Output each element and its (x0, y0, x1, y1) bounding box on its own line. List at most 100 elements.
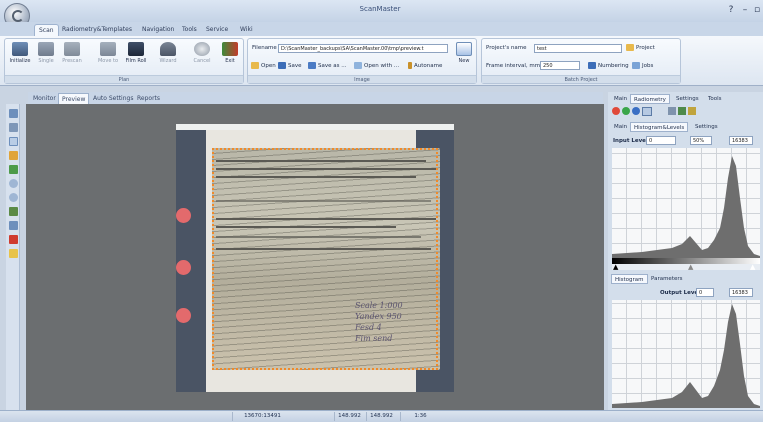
red-channel-icon[interactable] (612, 107, 620, 115)
output-high-field[interactable]: 16383 (729, 288, 753, 297)
filename-field[interactable]: D:\ScanMaster_backups\SA\ScanMaster.00\t… (278, 44, 448, 53)
tab-scan[interactable]: Scan (34, 24, 59, 36)
save-icon (278, 62, 286, 69)
input-mid-field[interactable]: 50% (690, 136, 712, 145)
zoom-out-icon[interactable] (9, 193, 18, 202)
output-low-field[interactable]: 0 (696, 288, 714, 297)
folder-open-icon (251, 62, 259, 69)
status-coordinates: 13670:13491 (12481) (232, 412, 292, 421)
input-slider-track[interactable] (612, 264, 760, 270)
sprocket-hole (176, 208, 191, 223)
prescan-icon (64, 42, 80, 56)
levels-tool-icon[interactable] (688, 107, 696, 115)
jobs-button[interactable]: Jobs (632, 61, 653, 71)
open-button[interactable]: Open (251, 61, 276, 71)
tab-tools-right[interactable]: Tools (705, 94, 725, 104)
window-title: ScanMaster (359, 5, 401, 13)
select-tool-icon[interactable] (9, 137, 18, 146)
project-name-label: Project's name (486, 45, 527, 51)
status-zoom: 1:36 (400, 412, 440, 421)
input-black-point-handle[interactable]: ▲ (613, 264, 618, 271)
grid-tool-icon[interactable] (9, 123, 18, 132)
green-channel-icon[interactable] (622, 107, 630, 115)
initialize-icon (12, 42, 28, 56)
tab-tools[interactable]: Tools (178, 24, 201, 36)
subtab-settings[interactable]: Settings (692, 122, 721, 132)
wand-icon (408, 62, 412, 69)
curve-tool-icon[interactable] (678, 107, 686, 115)
maximize-button[interactable]: ▫ (750, 4, 763, 16)
status-resolution-x: 148.992 (334, 412, 364, 421)
single-scan-icon (38, 42, 54, 56)
plan-group: Initialize Single Prescan Move to Film R… (4, 38, 244, 84)
wizard-button[interactable]: Wizard (157, 41, 179, 75)
scan-selection-frame[interactable] (212, 148, 438, 370)
sprocket-hole (176, 308, 191, 323)
batch-group-label: Batch Project (482, 75, 680, 83)
zoom-in-icon[interactable] (9, 179, 18, 188)
open-with-icon (354, 62, 362, 69)
tab-histogram[interactable]: Histogram (611, 274, 648, 284)
frame-interval-field[interactable]: 250 (540, 61, 580, 70)
cancel-button[interactable]: Cancel (191, 41, 213, 75)
tab-parameters[interactable]: Parameters (648, 274, 685, 284)
save-button[interactable]: Save (278, 61, 302, 71)
wizard-icon (160, 42, 176, 56)
input-high-field[interactable]: 16383 (729, 136, 753, 145)
project-name-field[interactable]: test (534, 44, 622, 53)
frame-interval-label: Frame interval, mm (486, 63, 541, 69)
film-roll-button[interactable]: Film Roll (125, 41, 147, 75)
warning-icon[interactable] (9, 235, 18, 244)
single-scan-button[interactable]: Single (35, 41, 57, 75)
tab-navigation[interactable]: Navigation (138, 24, 178, 36)
check-tool-icon[interactable] (9, 165, 18, 174)
tab-radiometry[interactable]: Radiometry (630, 94, 670, 104)
tab-wiki[interactable]: Wiki (236, 24, 257, 36)
input-low-field[interactable]: 0 (646, 136, 676, 145)
tab-main[interactable]: Main (611, 94, 630, 104)
image-tool-icon[interactable] (9, 207, 18, 216)
numbering-button[interactable]: Numbering (588, 61, 629, 71)
luminance-channel-icon[interactable] (642, 107, 652, 116)
new-document-icon (456, 42, 472, 56)
input-histogram[interactable] (612, 148, 760, 258)
tab-service[interactable]: Service (202, 24, 232, 36)
sprocket-hole (176, 260, 191, 275)
initialize-button[interactable]: Initialize (9, 41, 31, 75)
subtab-histogram-levels[interactable]: Histogram&Levels (630, 122, 689, 132)
save-as-button[interactable]: Save as ... (308, 61, 346, 71)
app-logo-icon (12, 10, 24, 22)
film-roll-icon (128, 42, 144, 56)
help-icon[interactable]: ? (724, 4, 738, 16)
note-tool-icon[interactable] (9, 249, 18, 258)
hand-tool-icon[interactable] (9, 151, 18, 160)
tab-preview[interactable]: Preview (58, 93, 90, 104)
tab-auto-settings[interactable]: Auto Settings (90, 93, 136, 104)
autoname-button[interactable]: Autoname (408, 61, 442, 71)
new-button[interactable]: New (453, 41, 475, 75)
tab-settings[interactable]: Settings (673, 94, 702, 104)
tab-monitor[interactable]: Monitor (30, 93, 59, 104)
open-with-button[interactable]: Open with ... (354, 61, 399, 71)
prescan-button[interactable]: Prescan (61, 41, 83, 75)
tab-reports[interactable]: Reports (134, 93, 163, 104)
image-group-label: Image (248, 75, 476, 83)
output-histogram (612, 300, 760, 408)
tab-radiometry-templates[interactable]: Radiometry&Templates (58, 24, 136, 36)
subtab-main[interactable]: Main (611, 122, 630, 132)
batch-project-group: Project's name test Project Frame interv… (481, 38, 681, 84)
project-button[interactable]: Project (626, 43, 655, 53)
output-histogram-plot (612, 304, 760, 408)
fit-tool-icon[interactable] (9, 221, 18, 230)
blue-channel-icon[interactable] (632, 107, 640, 115)
exit-icon (222, 42, 238, 56)
input-gamma-handle[interactable]: ▲ (688, 264, 693, 271)
cancel-icon (194, 42, 210, 56)
jobs-icon (632, 62, 640, 69)
save-as-icon (308, 62, 316, 69)
move-to-button[interactable]: Move to (97, 41, 119, 75)
input-white-point-handle[interactable]: ▲ (750, 264, 755, 271)
histogram-tool-icon[interactable] (668, 107, 676, 115)
exit-button[interactable]: Exit (219, 41, 241, 75)
pointer-tool-icon[interactable] (9, 109, 18, 118)
